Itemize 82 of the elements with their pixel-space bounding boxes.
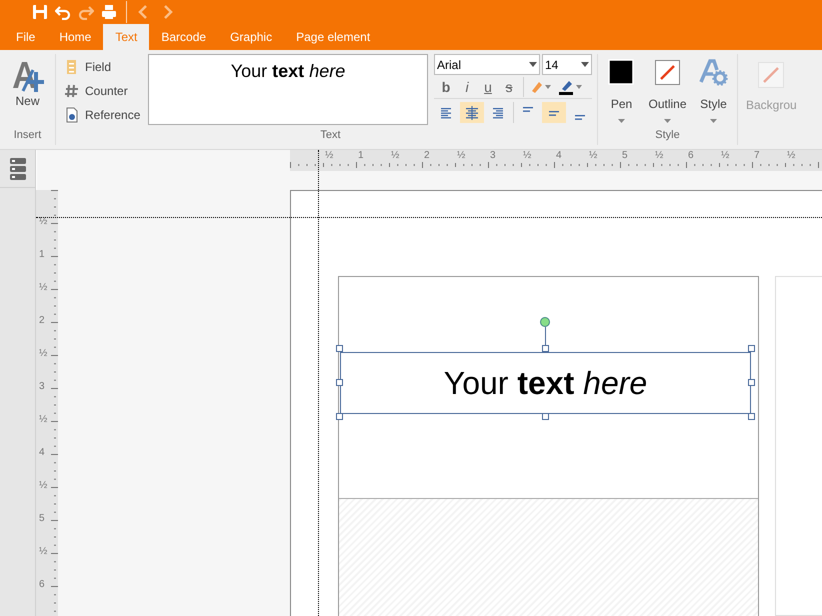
ruler-label: 6	[688, 151, 694, 161]
resize-handle[interactable]	[336, 413, 343, 420]
resize-handle[interactable]	[542, 345, 549, 352]
size-dropdown[interactable]: 14	[542, 54, 592, 75]
ruler-label: 3	[39, 382, 45, 392]
ribbon-tab[interactable]: File	[4, 24, 48, 50]
ruler-label: 4	[39, 448, 45, 458]
dropdown-arrow-icon	[576, 84, 582, 88]
hash-icon	[64, 82, 80, 98]
dropdown-arrow-icon	[529, 62, 537, 67]
marker-icon	[529, 80, 543, 94]
text-preview: Your text here	[148, 54, 428, 125]
outline-button[interactable]: Outline	[648, 58, 688, 123]
ruler-label: ½	[39, 283, 48, 293]
align-center-icon	[464, 104, 480, 120]
stacked-bars-icon	[10, 158, 26, 180]
ruler-label: 5	[39, 514, 45, 524]
text-object[interactable]: Your text here	[340, 352, 751, 414]
ruler-label: 6	[39, 580, 45, 590]
resize-handle[interactable]	[336, 379, 343, 386]
ruler-label: 2	[39, 316, 45, 326]
group-label: Text	[320, 128, 341, 142]
align-bottom-icon	[575, 115, 585, 120]
align-middle-icon	[549, 111, 559, 116]
ribbon-tab[interactable]: Home	[47, 24, 104, 50]
ruler-label: 2	[424, 151, 430, 161]
new-button[interactable]: New	[10, 54, 44, 110]
dropdown-arrow-icon	[664, 119, 671, 123]
dropdown-arrow-icon	[581, 62, 589, 67]
slash-swatch-icon	[653, 58, 682, 87]
ruler-label: ½	[589, 151, 598, 161]
ruler-label: ½	[391, 151, 400, 161]
ribbon-counter-button[interactable]: Counter	[64, 80, 144, 101]
ruler-label: ½	[39, 481, 48, 491]
align-middle-button[interactable]	[542, 102, 566, 123]
ruler-label: ½	[39, 415, 48, 425]
ribbon-tab[interactable]: Page element	[284, 24, 382, 50]
undo-button[interactable]	[55, 4, 71, 20]
align-top-icon	[523, 107, 533, 112]
ruler-label: ½	[787, 151, 796, 161]
ruler-label: ½	[457, 151, 466, 161]
italic-button[interactable]: i	[457, 76, 477, 96]
font-dropdown[interactable]: Arial	[434, 54, 540, 75]
ruler-label: ½	[39, 349, 48, 359]
resize-handle[interactable]	[748, 379, 755, 386]
resize-handle[interactable]	[336, 345, 343, 352]
group-label: Style	[655, 128, 680, 142]
pen-button[interactable]: Pen	[602, 58, 642, 123]
align-center-button[interactable]	[460, 102, 484, 123]
ruler-label: ½	[523, 151, 532, 161]
resize-handle[interactable]	[748, 413, 755, 420]
bold-button[interactable]: b	[436, 76, 456, 96]
font-color-button[interactable]	[556, 78, 584, 94]
style-button[interactable]: Style	[694, 58, 734, 123]
ruler-label: 7	[754, 151, 760, 161]
dropdown-arrow-icon	[710, 119, 717, 123]
ruler-label: 5	[622, 151, 628, 161]
letter-a-gear-icon	[699, 58, 728, 87]
underline-button[interactable]: u	[478, 76, 498, 96]
group-label: Insert	[14, 128, 42, 142]
dropdown-arrow-icon	[545, 84, 551, 88]
info-document-icon	[64, 106, 80, 122]
ruler-label: 1	[358, 151, 364, 161]
ribbon-reference-button[interactable]: Reference	[64, 104, 144, 125]
ruler-label: 3	[490, 151, 496, 161]
ruler-label: ½	[325, 151, 334, 161]
ribbon-field-button[interactable]: Field	[64, 56, 144, 77]
slash-swatch-icon	[758, 62, 784, 88]
ruler-label: ½	[721, 151, 730, 161]
ruler-label: ½	[655, 151, 664, 161]
filled-square-icon	[607, 58, 636, 87]
dropdown-arrow-icon	[618, 119, 625, 123]
strike-button[interactable]: s	[499, 76, 519, 96]
ribbon-tab[interactable]: Graphic	[218, 24, 284, 50]
ruler-label: 4	[556, 151, 562, 161]
printer-button[interactable]	[101, 4, 117, 20]
ruler-label: 1	[39, 250, 45, 260]
ribbon-tab[interactable]: Barcode	[149, 24, 218, 50]
ruler-label: ½	[39, 547, 48, 557]
pen-icon	[558, 78, 574, 94]
resize-handle[interactable]	[748, 345, 755, 352]
resize-handle[interactable]	[542, 413, 549, 420]
